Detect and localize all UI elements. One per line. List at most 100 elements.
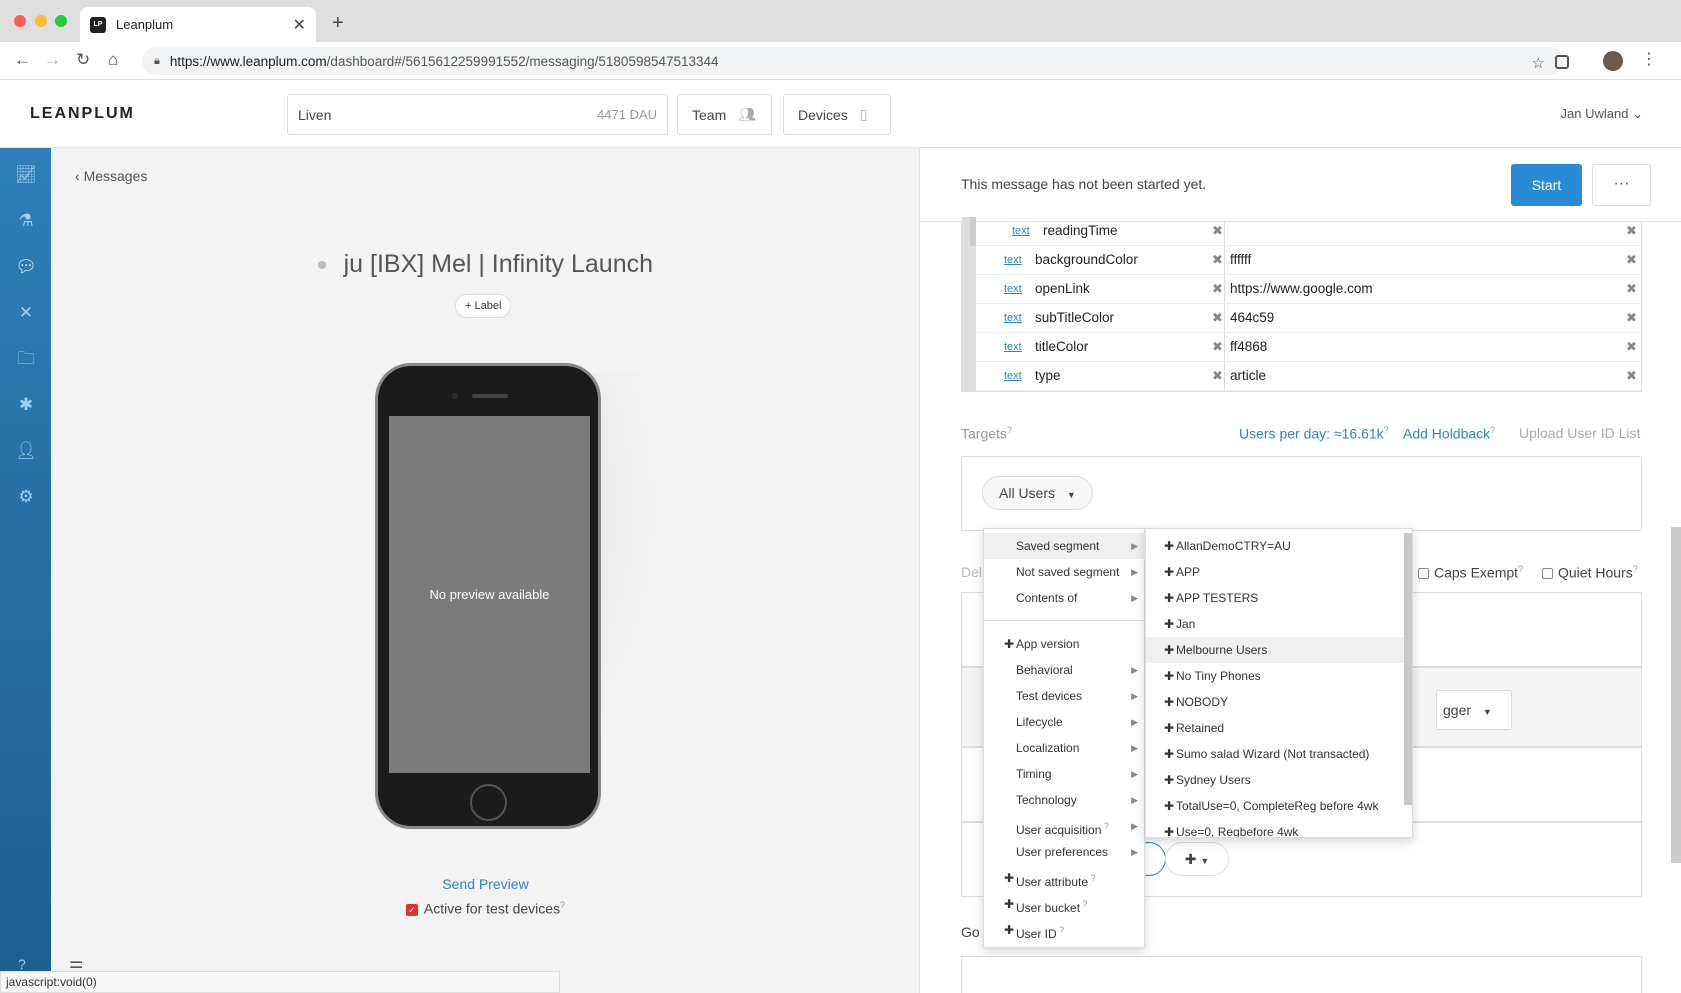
segment-item[interactable]: ✚ Sumo salad Wizard (Not transacted)	[1146, 741, 1404, 767]
segment-item[interactable]: ✚ NOBODY	[1146, 689, 1404, 715]
add-condition-button[interactable]: ✚ ▼	[1165, 842, 1229, 876]
remove-value-icon[interactable]: ✖	[1626, 223, 1637, 239]
ab-test-flask-icon[interactable]: ⚗︎	[15, 210, 37, 232]
folder-icon[interactable]: 🗀︎	[15, 348, 37, 370]
drag-handle-icon[interactable]	[962, 304, 976, 333]
help-circle-icon[interactable]: ?	[18, 956, 26, 972]
segment-item[interactable]: ✚ Melbourne Users	[1146, 637, 1404, 663]
remove-value-icon[interactable]: ✖	[1626, 368, 1637, 384]
trigger-dropdown[interactable]: gger ▼	[1436, 690, 1512, 730]
remove-value-icon[interactable]: ✖	[1626, 339, 1637, 355]
menu-item-user-id[interactable]: ✚ User ID ?	[984, 917, 1146, 943]
extension-icon[interactable]	[1555, 55, 1569, 69]
remove-key-icon[interactable]: ✖	[1212, 368, 1223, 384]
remove-key-icon[interactable]: ✖	[1212, 310, 1223, 326]
messaging-icon[interactable]: 💬︎	[15, 256, 37, 278]
address-bar[interactable]: 🔒︎ https://www.leanplum.com/dashboard#/5…	[142, 47, 1564, 75]
caps-exempt-checkbox[interactable]	[1418, 568, 1429, 580]
menu-item-user-preferences[interactable]: User preferences ▶	[984, 839, 1146, 865]
field-type-link[interactable]: text	[1004, 254, 1022, 266]
devices-button[interactable]: Devices ▯	[783, 94, 891, 135]
quiet-hours-option[interactable]: Quiet Hours?	[1542, 564, 1638, 581]
upload-user-id-list-link[interactable]: Upload User ID List	[1519, 425, 1640, 441]
field-key[interactable]: backgroundColor	[1035, 252, 1138, 267]
variables-icon[interactable]: ✕	[15, 302, 37, 324]
close-tab-icon[interactable]: ✕	[293, 15, 306, 35]
field-key[interactable]: openLink	[1035, 281, 1090, 296]
remove-value-icon[interactable]: ✖	[1626, 310, 1637, 326]
all-users-dropdown[interactable]: All Users ▼	[982, 476, 1093, 510]
bookmark-star-icon[interactable]: ☆	[1532, 54, 1545, 72]
field-type-link[interactable]: text	[1004, 283, 1022, 295]
send-preview-link[interactable]: Send Preview	[51, 876, 920, 892]
add-holdback-link[interactable]: Add Holdback?	[1403, 425, 1495, 442]
menu-item-not-saved-segment[interactable]: Not saved segment ▶	[984, 559, 1146, 585]
start-button[interactable]: Start	[1511, 164, 1582, 206]
field-value[interactable]: article	[1230, 368, 1266, 383]
drag-handle-icon[interactable]	[962, 362, 976, 391]
field-value[interactable]: 464c59	[1230, 310, 1274, 325]
field-type-link[interactable]: text	[1004, 312, 1022, 324]
segment-item[interactable]: ✚ Jan	[1146, 611, 1404, 637]
profile-avatar[interactable]	[1603, 51, 1623, 71]
remove-value-icon[interactable]: ✖	[1626, 252, 1637, 268]
drag-handle-icon[interactable]	[962, 246, 976, 275]
drag-handle-icon[interactable]	[962, 275, 976, 304]
message-title[interactable]: ju [IBX] Mel | Infinity Launch	[344, 250, 653, 278]
field-key[interactable]: subTitleColor	[1035, 310, 1114, 325]
zoom-window-button[interactable]	[55, 15, 67, 27]
remove-value-icon[interactable]: ✖	[1626, 281, 1637, 297]
forward-arrow-icon[interactable]: →	[44, 50, 61, 70]
user-menu[interactable]: Jan Uwland ⌄	[1561, 106, 1643, 122]
back-to-messages-link[interactable]: ‹ Messages	[75, 168, 147, 184]
menu-item-saved-segment[interactable]: Saved segment ▶	[984, 533, 1146, 559]
analytics-icon[interactable]: 📈︎	[15, 164, 37, 186]
users-per-day-link[interactable]: Users per day: ≈16.61k?	[1239, 425, 1389, 442]
close-window-button[interactable]	[14, 15, 26, 27]
menu-item-timing[interactable]: Timing ▶	[984, 761, 1146, 787]
menu-item-user-bucket[interactable]: ✚ User bucket ?	[984, 891, 1146, 917]
active-test-devices-row[interactable]: ✓ Active for test devices?	[51, 900, 920, 917]
minimize-window-button[interactable]	[35, 15, 47, 27]
menu-item-lifecycle[interactable]: Lifecycle ▶	[984, 709, 1146, 735]
settings-gear-icon[interactable]: ⚙︎	[15, 486, 37, 508]
menu-item-behavioral[interactable]: Behavioral ▶	[984, 657, 1146, 683]
remove-key-icon[interactable]: ✖	[1212, 223, 1223, 239]
help-icon[interactable]: ?	[1384, 425, 1389, 435]
field-value[interactable]: https://www.google.com	[1230, 281, 1373, 296]
field-type-link[interactable]: text	[1012, 225, 1030, 237]
help-icon[interactable]: ?	[1007, 425, 1012, 435]
add-label-button[interactable]: + Label	[455, 294, 512, 318]
users-icon[interactable]: 👤︎	[15, 440, 37, 462]
menu-item-test-devices[interactable]: Test devices ▶	[984, 683, 1146, 709]
remove-key-icon[interactable]: ✖	[1212, 339, 1223, 355]
submenu-scrollbar[interactable]	[1404, 533, 1412, 805]
menu-item-localization[interactable]: Localization ▶	[984, 735, 1146, 761]
reload-icon[interactable]: ↻	[76, 50, 90, 70]
more-options-button[interactable]: ···	[1592, 164, 1651, 206]
drag-handle-icon[interactable]	[962, 333, 976, 362]
help-icon[interactable]: ?	[1633, 564, 1638, 574]
events-icon[interactable]: ✱	[15, 394, 37, 416]
scrollbar[interactable]	[1671, 527, 1681, 863]
segment-item[interactable]: ✚ Use=0, Regbefore 4wk	[1146, 819, 1404, 837]
segment-item[interactable]: ✚ APP TESTERS	[1146, 585, 1404, 611]
drag-handle-icon[interactable]	[970, 217, 976, 246]
caps-exempt-option[interactable]: Caps Exempt?	[1418, 564, 1523, 581]
segment-item[interactable]: ✚ AllanDemoCTRY=AU	[1146, 533, 1404, 559]
field-type-link[interactable]: text	[1004, 370, 1022, 382]
app-selector[interactable]: Liven 4471 DAU	[287, 94, 668, 135]
menu-item-user-attribute[interactable]: ✚ User attribute ?	[984, 865, 1146, 891]
segment-item[interactable]: ✚ Retained	[1146, 715, 1404, 741]
help-icon[interactable]: ?	[1101, 821, 1109, 831]
segment-item[interactable]: ✚ APP	[1146, 559, 1404, 585]
segment-item[interactable]: ✚ Sydney Users	[1146, 767, 1404, 793]
browser-tab[interactable]: LP Leanplum ✕	[80, 7, 316, 42]
browser-menu-icon[interactable]: ⋮	[1641, 49, 1657, 69]
remove-key-icon[interactable]: ✖	[1212, 252, 1223, 268]
field-value[interactable]: ffffff	[1230, 252, 1251, 267]
menu-item-user-acquisition[interactable]: User acquisition ? ▶	[984, 813, 1146, 839]
remove-key-icon[interactable]: ✖	[1212, 281, 1223, 297]
help-icon[interactable]: ?	[1518, 564, 1523, 574]
help-icon[interactable]: ?	[560, 900, 565, 910]
